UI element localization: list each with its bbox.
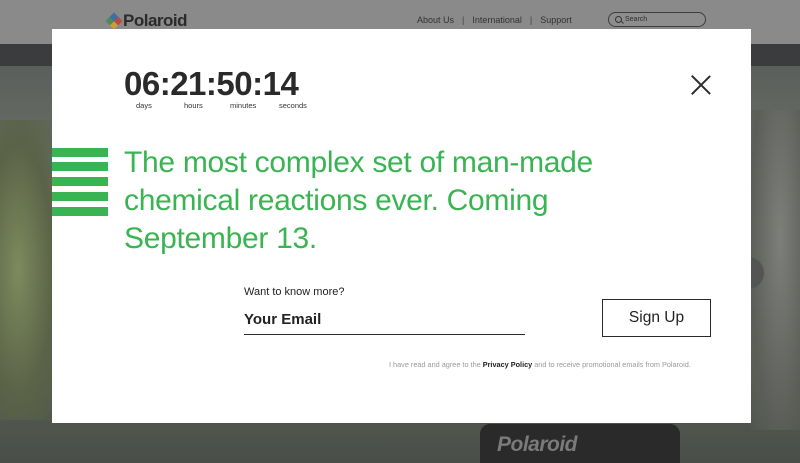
- nav-support[interactable]: Support: [540, 15, 572, 25]
- camera-brand-text: Polaroid: [497, 433, 578, 456]
- site-nav: About Us | International | Support: [417, 15, 572, 25]
- stripe: [52, 177, 108, 186]
- stripe: [52, 162, 108, 171]
- search-icon: [615, 16, 622, 23]
- site-logo[interactable]: Polaroid: [105, 11, 188, 31]
- announcement-modal: 06:21:50:14 days hours minutes seconds T…: [52, 29, 751, 423]
- search-input[interactable]: Search: [608, 12, 706, 27]
- stripe: [52, 207, 108, 216]
- stripe: [52, 192, 108, 201]
- logo-text: Polaroid: [123, 11, 188, 30]
- sign-up-button[interactable]: Sign Up: [602, 299, 711, 337]
- polaroid-logo-icon: [105, 12, 123, 30]
- countdown-labels: days hours minutes seconds: [124, 101, 307, 111]
- search-placeholder: Search: [625, 16, 648, 23]
- close-icon[interactable]: [691, 75, 711, 95]
- countdown-label-days: days: [136, 101, 152, 110]
- countdown-label-minutes: minutes: [230, 101, 257, 110]
- email-field[interactable]: [244, 305, 525, 335]
- countdown-timer: 06:21:50:14 days hours minutes seconds: [124, 65, 307, 111]
- form-label: Want to know more?: [244, 286, 345, 298]
- stripe: [52, 148, 108, 157]
- countdown-label-hours: hours: [184, 101, 203, 110]
- stripes-graphic: [52, 148, 108, 216]
- nav-separator: |: [529, 15, 533, 25]
- legal-suffix: and to receive promotional emails from P…: [534, 360, 691, 369]
- nav-about-us[interactable]: About Us: [417, 15, 454, 25]
- nav-international[interactable]: International: [472, 15, 522, 25]
- privacy-policy-link[interactable]: Privacy Policy: [483, 360, 533, 369]
- countdown-label-seconds: seconds: [279, 101, 307, 110]
- countdown-value: 06:21:50:14: [124, 65, 299, 102]
- nav-separator: |: [462, 15, 465, 25]
- legal-prefix: I have read and agree to the: [389, 360, 481, 369]
- hero-foliage-left: [0, 120, 60, 420]
- legal-disclaimer: I have read and agree to the Privacy Pol…: [389, 360, 691, 369]
- headline: The most complex set of man-made chemica…: [124, 146, 593, 255]
